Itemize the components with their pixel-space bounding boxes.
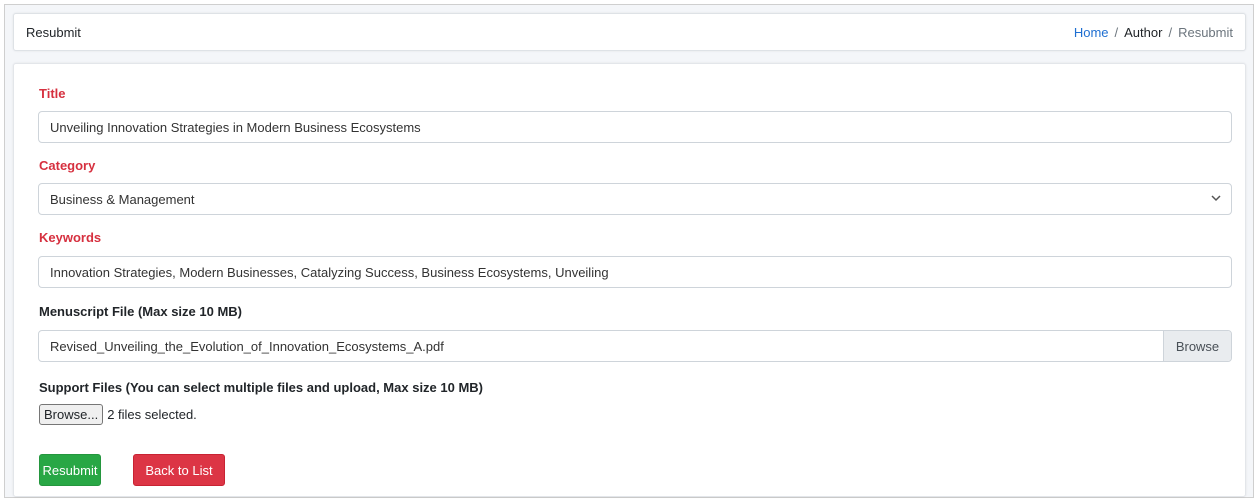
category-select-value: Business & Management (50, 191, 195, 207)
manuscript-browse-button[interactable]: Browse (1163, 331, 1231, 361)
support-files-label: Support Files (You can select multiple f… (39, 380, 484, 395)
keywords-label: Keywords (39, 230, 102, 245)
category-select[interactable]: Business & Management (38, 183, 1232, 215)
keywords-input[interactable]: Innovation Strategies, Modern Businesses… (38, 256, 1232, 288)
breadcrumb-home-link[interactable]: Home (1074, 25, 1109, 40)
breadcrumb-separator: / (1114, 24, 1119, 40)
breadcrumb: Home / Author / Resubmit (1074, 25, 1233, 40)
page-frame: Resubmit Home / Author / Resubmit Title … (4, 4, 1254, 498)
support-browse-button[interactable]: Browse... (39, 404, 104, 425)
resubmit-form-card: Title Unveiling Innovation Strategies in… (13, 63, 1246, 497)
content-header: Resubmit Home / Author / Resubmit (13, 13, 1246, 51)
page-title: Resubmit (26, 24, 81, 40)
resubmit-button[interactable]: Resubmit (39, 454, 101, 486)
manuscript-file-input[interactable]: Revised_Unveiling_the_Evolution_of_Innov… (38, 330, 1232, 362)
manuscript-file-label: Menuscript File (Max size 10 MB) (39, 304, 242, 319)
breadcrumb-author: Author (1124, 24, 1163, 40)
category-label: Category (39, 158, 96, 173)
manuscript-file-name: Revised_Unveiling_the_Evolution_of_Innov… (50, 338, 444, 354)
title-input[interactable]: Unveiling Innovation Strategies in Moder… (38, 111, 1232, 143)
chevron-down-icon (1211, 193, 1221, 205)
support-files-input: Browse... 2 files selected. (39, 404, 197, 425)
support-files-status: 2 files selected. (107, 407, 197, 422)
back-to-list-button[interactable]: Back to List (133, 454, 225, 486)
breadcrumb-separator: / (1168, 24, 1173, 40)
title-label: Title (39, 86, 66, 101)
breadcrumb-current: Resubmit (1178, 24, 1233, 40)
